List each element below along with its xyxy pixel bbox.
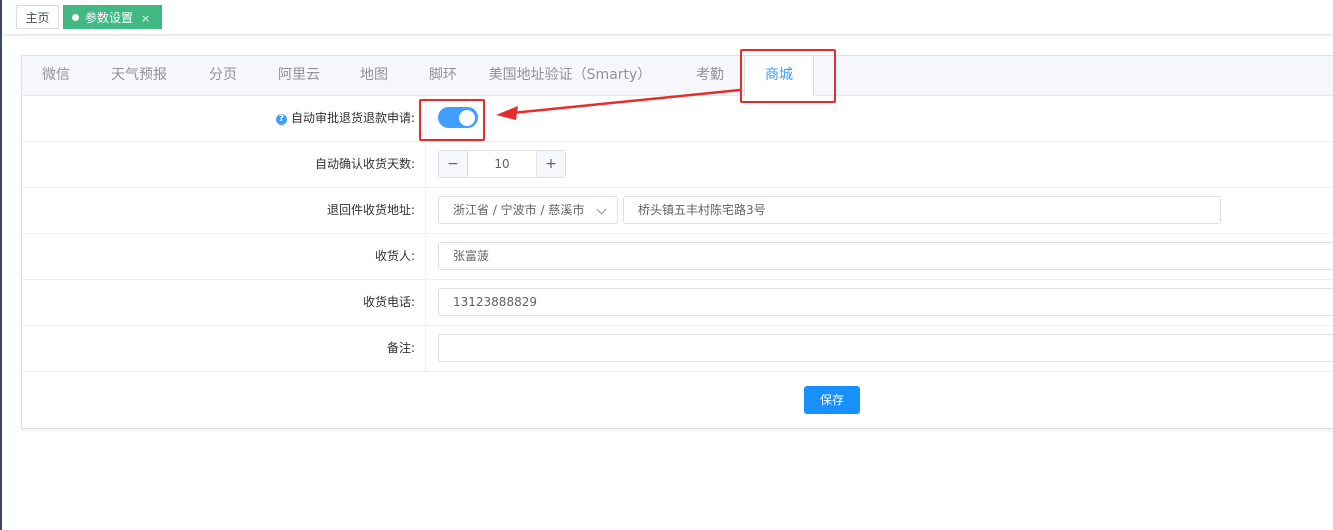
annotation-arrow-icon: [496, 88, 741, 120]
